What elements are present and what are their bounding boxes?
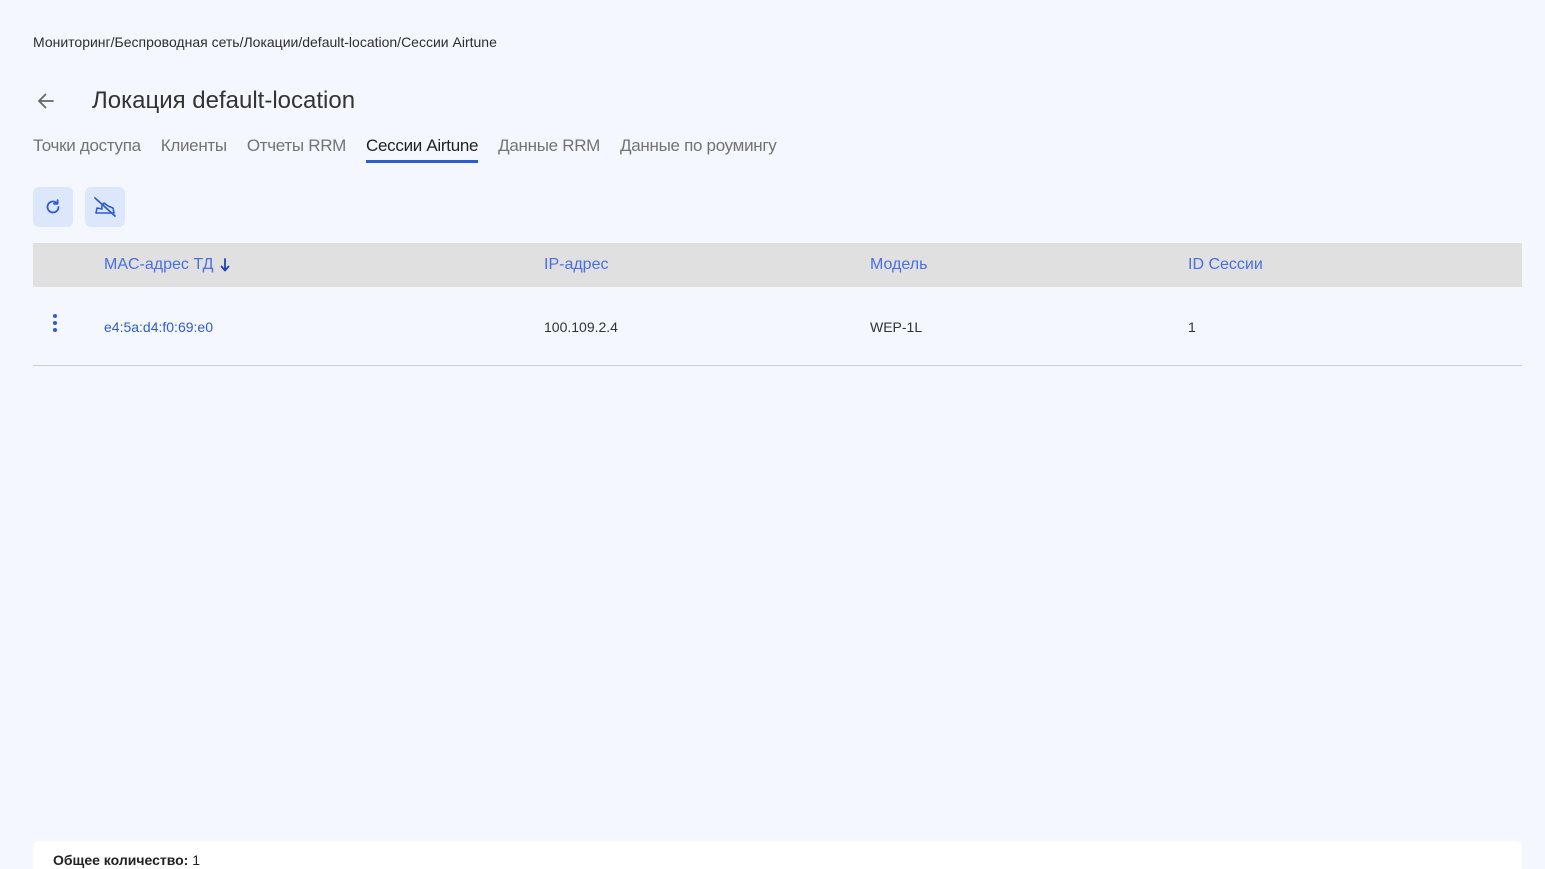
total-count-value: 1: [192, 852, 201, 868]
page: Мониторинг/Беспроводная сеть/Локации/def…: [0, 0, 1545, 869]
tab-rrm-data[interactable]: Данные RRM: [498, 136, 600, 163]
table-footer: Общее количество: 1: [33, 841, 1522, 869]
column-header-ip[interactable]: IP-адрес: [544, 243, 608, 287]
title-row: Локация default-location: [33, 84, 355, 118]
mac-address-link[interactable]: e4:5a:d4:f0:69:e0: [104, 287, 213, 366]
tab-rrm-reports[interactable]: Отчеты RRM: [247, 136, 347, 163]
page-title: Локация default-location: [92, 87, 356, 114]
session-id-cell: 1: [1188, 318, 1196, 335]
tab-bar: Точки доступа Клиенты Отчеты RRM Сессии …: [33, 136, 777, 163]
model-cell: WEP-1L: [870, 318, 923, 335]
ip-address-cell: 100.109.2.4: [544, 318, 618, 335]
tab-airtune-sessions[interactable]: Сессии Airtune: [366, 136, 478, 163]
tab-roaming-data[interactable]: Данные по роумингу: [620, 136, 777, 163]
total-count-label: Общее количество:: [53, 852, 189, 868]
tab-clients[interactable]: Клиенты: [161, 136, 227, 163]
sort-desc-icon[interactable]: [220, 258, 230, 272]
refresh-icon: [46, 199, 60, 214]
breadcrumb-text[interactable]: Мониторинг/Беспроводная сеть/Локации/def…: [33, 34, 497, 50]
disconnect-button[interactable]: [85, 187, 125, 227]
arrow-left-icon: [38, 93, 54, 109]
back-button[interactable]: [33, 88, 59, 114]
breadcrumb: Мониторинг/Беспроводная сеть/Локации/def…: [33, 34, 497, 50]
table-header: MAC-адрес ТД IP-адрес Модель ID Сессии: [33, 243, 1522, 287]
column-header-model[interactable]: Модель: [870, 243, 927, 287]
cloud-off-icon: [94, 197, 116, 217]
tab-access-points[interactable]: Точки доступа: [33, 136, 141, 163]
more-vertical-icon: [53, 313, 57, 332]
toolbar: [33, 187, 125, 227]
column-header-mac[interactable]: MAC-адрес ТД: [104, 243, 230, 287]
sessions-table: MAC-адрес ТД IP-адрес Модель ID Сессии e…: [33, 243, 1522, 366]
row-actions-button[interactable]: [45, 283, 65, 362]
column-header-session-id[interactable]: ID Сессии: [1188, 243, 1263, 287]
refresh-button[interactable]: [33, 187, 73, 227]
table-row: e4:5a:d4:f0:69:e0 100.109.2.4 WEP-1L 1: [33, 287, 1522, 366]
